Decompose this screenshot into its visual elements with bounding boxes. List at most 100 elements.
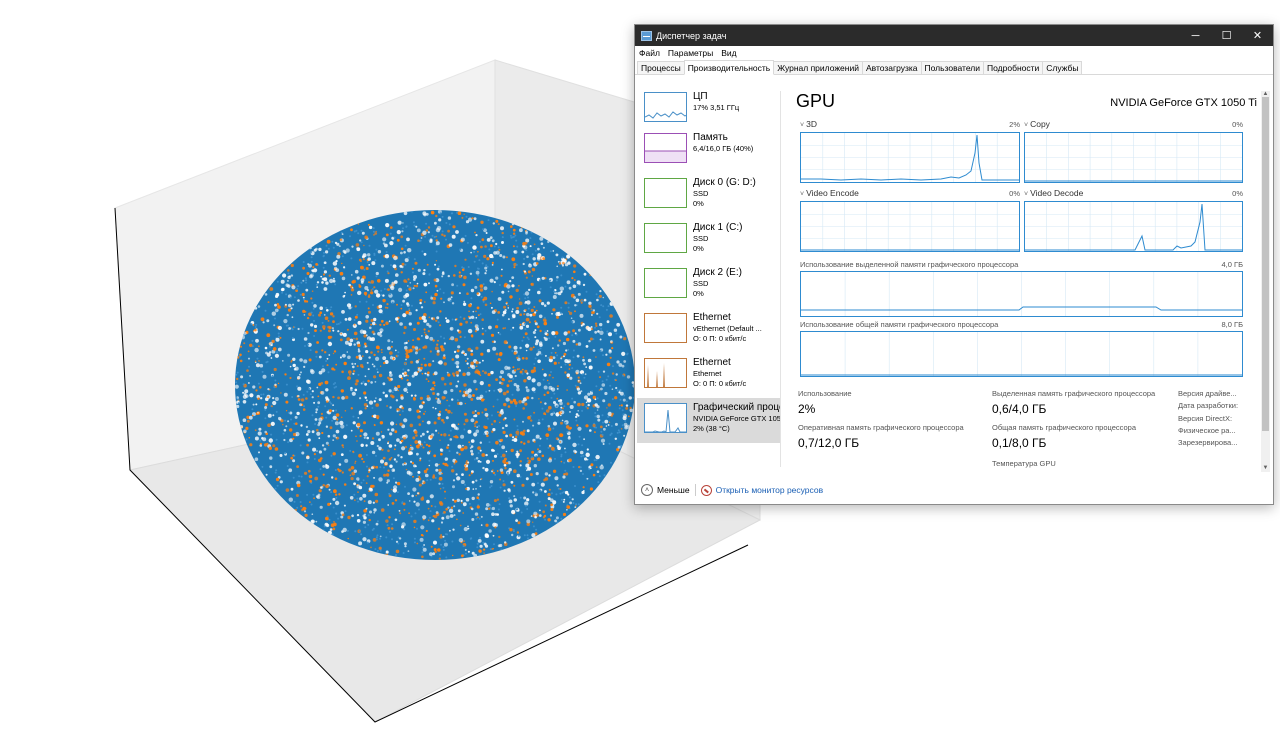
engine-copy-label[interactable]: ˅ Copy [1024, 119, 1050, 129]
scatter-point [242, 418, 247, 423]
scatter-point [550, 503, 553, 507]
engine-video-encode-label[interactable]: ˅ Video Encode [800, 188, 859, 198]
scroll-down-icon[interactable]: ▼ [1261, 465, 1270, 472]
scatter-point [536, 325, 540, 329]
menu-bar: Файл Параметры Вид [635, 46, 1273, 59]
scatter-point [572, 502, 575, 504]
sidebar-item-disk-1[interactable]: Диск 1 (C:) SSD 0% [637, 218, 780, 263]
scatter-point [559, 286, 564, 291]
scatter-point [502, 310, 507, 315]
tab-processes[interactable]: Процессы [637, 61, 685, 74]
scatter-point [367, 514, 370, 517]
sidebar-item-disk-0[interactable]: Диск 0 (G: D:) SSD 0% [637, 173, 780, 218]
close-button[interactable]: ✕ [1242, 25, 1273, 46]
sidebar-item-ethernet-2[interactable]: Ethernet Ethernet О: 0 П: 0 кбит/с [637, 353, 780, 398]
scatter-point [391, 341, 394, 343]
scrollbar-thumb[interactable] [1262, 97, 1269, 431]
scatter-point [509, 280, 512, 283]
scatter-point [349, 338, 354, 343]
scatter-point [394, 444, 397, 447]
scatter-point [563, 498, 566, 501]
scatter-point [500, 274, 503, 277]
scatter-point [391, 428, 395, 432]
engine-video-decode-label[interactable]: ˅ Video Decode [1024, 188, 1083, 198]
scatter-point [492, 459, 494, 462]
scatter-point [386, 270, 389, 273]
engine-video-encode-percent: 0% [1009, 189, 1020, 198]
scatter-point [297, 327, 300, 331]
tab-details[interactable]: Подробности [983, 61, 1044, 74]
vertical-scrollbar[interactable]: ▲ ▼ [1261, 91, 1270, 472]
scatter-point [548, 337, 551, 340]
scatter-point [538, 299, 542, 303]
sidebar-item-disk-2[interactable]: Диск 2 (E:) SSD 0% [637, 263, 780, 308]
scatter-point [302, 393, 305, 396]
scatter-point [485, 459, 491, 464]
scatter-point [434, 292, 438, 297]
scatter-point [577, 410, 579, 412]
scatter-point [624, 420, 627, 422]
scatter-point [321, 431, 324, 435]
scatter-point [365, 334, 368, 337]
scatter-point [470, 349, 474, 353]
scatter-point [259, 439, 262, 442]
resource-monitor-icon[interactable] [700, 484, 712, 496]
scatter-point [415, 502, 420, 507]
scatter-point [569, 405, 574, 409]
scatter-point [609, 356, 612, 359]
scatter-point [367, 257, 371, 261]
scatter-point [410, 515, 413, 518]
scatter-point [577, 342, 582, 346]
scatter-point [374, 492, 379, 497]
scatter-point [456, 476, 461, 481]
scatter-point [523, 257, 526, 260]
sidebar-item-ethernet-1[interactable]: Ethernet vEthernet (Default ... О: 0 П: … [637, 308, 780, 353]
scatter-point [539, 329, 542, 333]
scatter-point [527, 307, 530, 310]
chevron-up-icon[interactable]: ˄ [641, 484, 653, 496]
maximize-button[interactable]: ☐ [1211, 25, 1242, 46]
scatter-point [482, 541, 485, 544]
scatter-point [325, 441, 329, 445]
open-resource-monitor-link[interactable]: Открыть монитор ресурсов [716, 485, 824, 495]
menu-options[interactable]: Параметры [668, 48, 713, 58]
menu-file[interactable]: Файл [639, 48, 660, 58]
scatter-point [394, 518, 398, 522]
scatter-point [296, 385, 299, 388]
tab-users[interactable]: Пользователи [920, 61, 985, 74]
scatter-point [621, 364, 625, 368]
scatter-point [366, 399, 368, 402]
tab-services[interactable]: Службы [1042, 61, 1083, 74]
menu-view[interactable]: Вид [721, 48, 736, 58]
scatter-point [401, 372, 405, 375]
scatter-point [426, 373, 430, 377]
scatter-point [315, 283, 318, 286]
title-bar[interactable]: Диспетчер задач ─ ☐ ✕ [635, 25, 1273, 46]
sidebar-item-gpu[interactable]: Графический процессор NVIDIA GeForce GTX… [637, 398, 780, 443]
engine-3d-label[interactable]: ˅ 3D [800, 119, 817, 129]
scatter-point [323, 314, 326, 316]
tab-startup[interactable]: Автозагрузка [861, 61, 922, 74]
scatter-point [441, 418, 444, 422]
sidebar-item-memory[interactable]: Память 6,4/16,0 ГБ (40%) [637, 128, 780, 173]
scatter-point [305, 288, 309, 292]
scatter-point [474, 231, 476, 234]
scatter-point [485, 503, 490, 507]
sidebar-item-cpu[interactable]: ЦП 17% 3,51 ГГц [637, 87, 780, 132]
scatter-point [544, 354, 547, 357]
fewer-details-button[interactable]: Меньше [657, 485, 690, 495]
scatter-point [350, 257, 353, 260]
scatter-point [315, 411, 318, 414]
tab-performance[interactable]: Производительность [683, 60, 775, 75]
scatter-point [405, 289, 408, 292]
scatter-point [272, 347, 277, 351]
minimize-button[interactable]: ─ [1180, 25, 1211, 46]
scatter-point [556, 354, 559, 357]
scatter-point [531, 450, 535, 454]
tab-app-history[interactable]: Журнал приложений [773, 61, 863, 74]
scatter-point [445, 515, 450, 520]
scatter-point [518, 400, 522, 404]
scatter-point [493, 449, 496, 452]
scatter-point [320, 391, 325, 395]
scatter-point [389, 241, 394, 246]
